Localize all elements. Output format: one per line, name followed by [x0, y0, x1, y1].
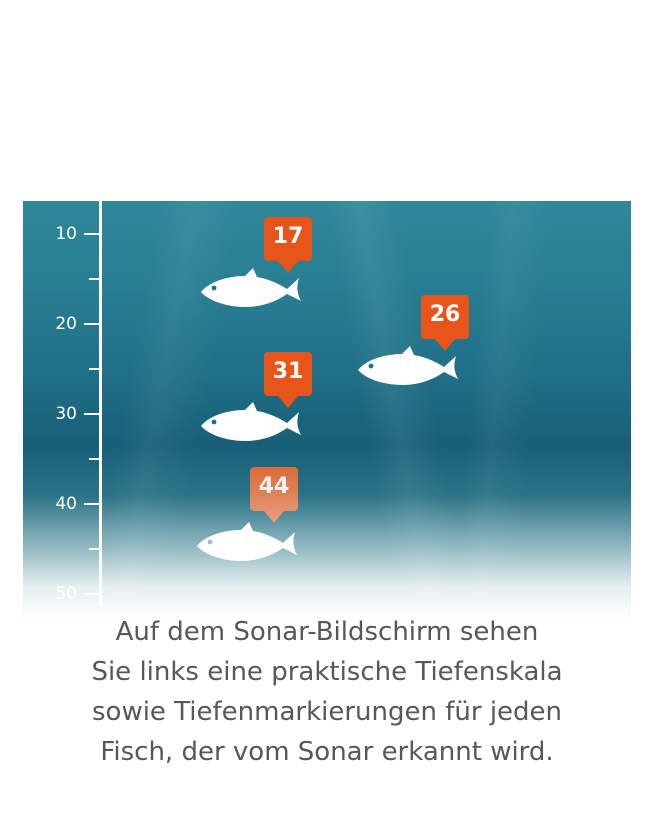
depth-marker-label: 26	[429, 302, 461, 327]
depth-marker-label: 44	[258, 474, 290, 499]
fish-icon	[201, 402, 301, 441]
caption-line: Fisch, der vom Sonar erkannt wird.	[100, 737, 554, 767]
depth-tick-minor	[89, 458, 100, 460]
depth-tick-minor	[89, 278, 100, 280]
depth-marker-label: 31	[272, 359, 304, 384]
caption-line: Sie links eine praktische Tiefenskala	[91, 657, 563, 687]
depth-tick-major	[84, 503, 100, 505]
depth-tick-major	[84, 413, 100, 415]
depth-label-20: 20	[55, 314, 77, 334]
depth-marker-44: 44	[250, 467, 298, 525]
depth-label-40: 40	[55, 494, 77, 514]
light-rays	[23, 201, 631, 621]
page: 10 20 30 40 50 17 26 31 44 Auf dem Sonar…	[0, 0, 654, 838]
sonar-screen: 10 20 30 40 50 17 26 31 44	[23, 201, 631, 621]
depth-tick-minor	[89, 548, 100, 550]
caption-line: Auf dem Sonar-Bildschirm sehen	[115, 617, 539, 647]
fish-icon	[358, 346, 458, 385]
fish-icon	[201, 268, 301, 307]
depth-marker-label: 17	[272, 224, 304, 249]
depth-tick-major	[84, 593, 100, 595]
depth-label-50: 50	[55, 584, 77, 604]
fish-icon	[197, 522, 297, 561]
depth-tick-major	[84, 233, 100, 235]
depth-label-30: 30	[55, 404, 77, 424]
caption-line: sowie Tiefenmarkierungen für jeden	[91, 697, 563, 727]
depth-scale-axis	[99, 201, 102, 606]
depth-label-10: 10	[55, 224, 77, 244]
caption: Auf dem Sonar-Bildschirm sehen Sie links…	[0, 612, 654, 772]
depth-tick-major	[84, 323, 100, 325]
depth-tick-minor	[89, 368, 100, 370]
